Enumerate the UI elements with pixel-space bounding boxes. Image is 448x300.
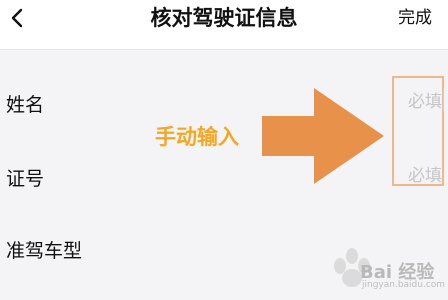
arrow-right-icon — [262, 88, 384, 184]
name-input[interactable] — [392, 84, 444, 120]
license-number-input[interactable] — [392, 158, 444, 194]
page-title: 核对驾驶证信息 — [150, 6, 298, 30]
back-button[interactable] — [0, 0, 34, 36]
name-label: 姓名 — [6, 94, 45, 116]
vehicle-class-label: 准驾车型 — [6, 240, 83, 262]
annotation-label: 手动输入 — [155, 125, 239, 149]
header-bar: 核对驾驶证信息 完成 — [0, 0, 448, 50]
chevron-left-icon — [11, 8, 23, 28]
watermark-subtext: jingyan.baidu.com — [362, 280, 446, 290]
license-number-label: 证号 — [6, 168, 45, 190]
text-cursor — [443, 88, 444, 112]
done-button[interactable]: 完成 — [398, 0, 432, 36]
